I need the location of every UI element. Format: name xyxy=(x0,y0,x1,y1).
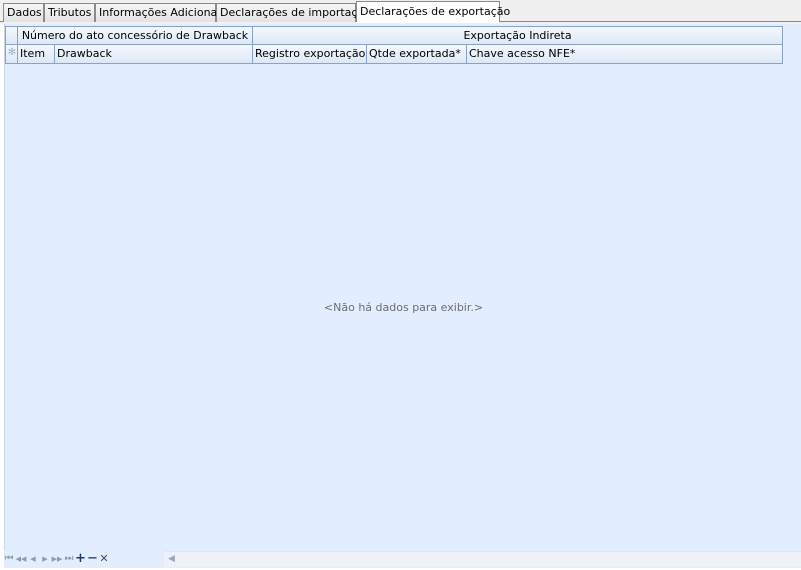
delete-record-icon[interactable]: − xyxy=(87,552,98,566)
column-header-registro-exportacao[interactable]: Registro exportação* xyxy=(252,44,367,64)
add-record-icon[interactable]: + xyxy=(75,552,86,566)
last-record-icon[interactable]: ⏭ xyxy=(64,552,74,566)
tab-informacoes-adicionais[interactable]: Informações Adicionais xyxy=(95,3,226,22)
column-header-drawback[interactable]: Drawback xyxy=(54,44,253,64)
column-header-chave-acesso-nfe[interactable]: Chave acesso NFE* xyxy=(466,44,783,64)
cancel-edit-icon[interactable]: ✕ xyxy=(99,552,109,566)
tab-declaracoes-importacao[interactable]: Declarações de importação xyxy=(216,3,371,22)
horizontal-scrollbar[interactable]: ◀ xyxy=(164,551,801,567)
previous-page-icon[interactable]: ◀◀ xyxy=(15,552,27,566)
first-record-icon[interactable]: ⏮ xyxy=(4,552,14,566)
empty-grid-message: <Não há dados para exibir.> xyxy=(323,301,484,314)
tab-strip: Dados Tributos Informações Adicionais De… xyxy=(0,0,801,24)
column-header-item[interactable]: Item xyxy=(17,44,55,64)
tab-dados[interactable]: Dados xyxy=(3,3,44,22)
band-drawback-header[interactable]: Número do ato concessório de Drawback xyxy=(17,26,253,45)
tab-tributos[interactable]: Tributos xyxy=(44,3,95,22)
band-exportacao-indireta-header[interactable]: Exportação Indireta xyxy=(252,26,783,45)
exportacao-grid: Número do ato concessório de Drawback Ex… xyxy=(4,24,801,568)
tab-declaracoes-exportacao[interactable]: Declarações de exportação xyxy=(356,1,510,23)
next-record-icon[interactable]: ▶ xyxy=(41,552,49,566)
previous-record-icon[interactable]: ◀ xyxy=(29,552,37,566)
next-page-icon[interactable]: ▶▶ xyxy=(51,552,63,566)
column-header-qtde-exportada[interactable]: Qtde exportada* xyxy=(366,44,467,64)
scroll-left-icon[interactable]: ◀ xyxy=(168,552,178,567)
new-row-icon: ✻ xyxy=(7,47,17,58)
grid-navigator: ⏮ ◀◀ ◀ ▶ ▶▶ ⏭ + − ✕ ◀ xyxy=(4,550,801,568)
